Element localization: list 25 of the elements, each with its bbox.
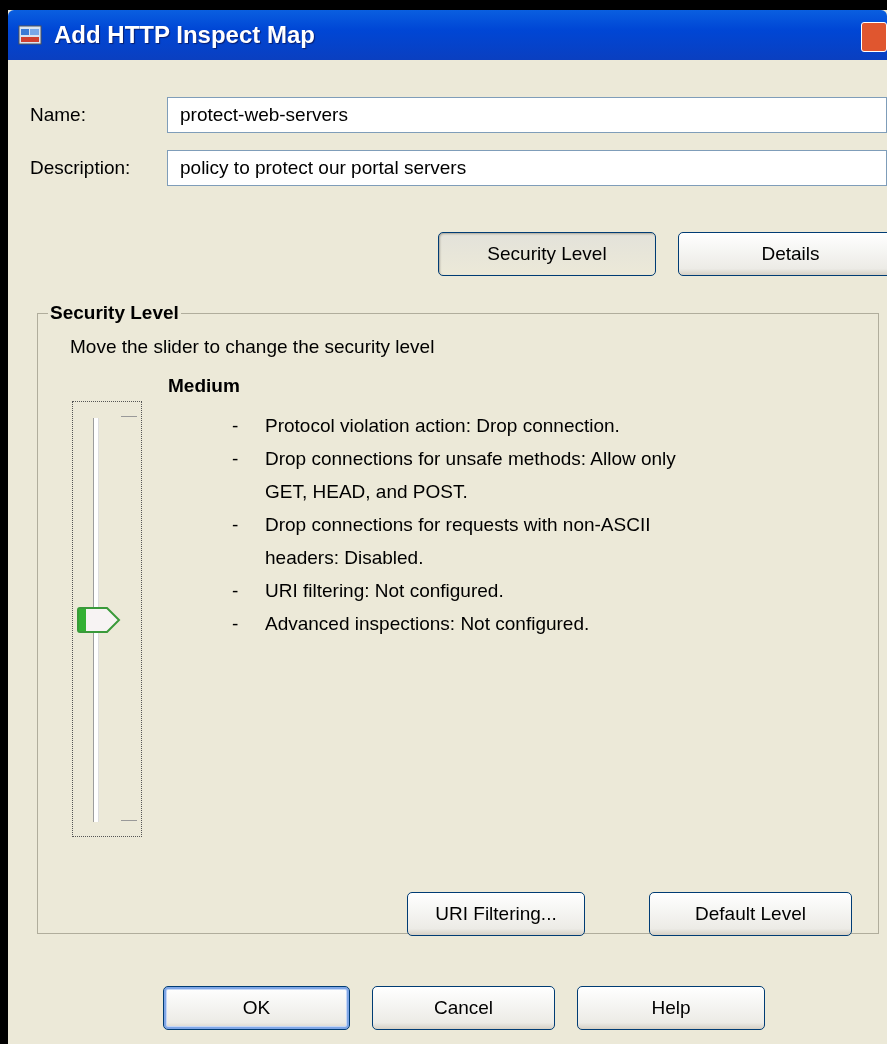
view-button[interactable]: Security Level bbox=[438, 232, 656, 276]
dialog-button[interactable]: Help bbox=[577, 986, 765, 1030]
group-title: Security Level bbox=[49, 302, 180, 324]
bullet-dash: - bbox=[232, 579, 240, 603]
bullet-dash: - bbox=[232, 513, 240, 537]
input-field[interactable]: policy to protect our portal servers bbox=[167, 150, 887, 186]
level-name: Medium bbox=[168, 375, 241, 397]
setting-text: Drop connections for requests with non-ASCII headers: Disabled. bbox=[265, 513, 652, 570]
setting-text: URI filtering: Not configured. bbox=[265, 579, 504, 603]
window-title: Add HTTP Inspect Map bbox=[54, 21, 315, 49]
setting-text: Drop connections for unsafe methods: Allow only GET, HEAD, and POST. bbox=[265, 447, 677, 504]
field-label: Name: bbox=[30, 104, 87, 126]
setting-text: Advanced inspections: Not configured. bbox=[265, 612, 590, 636]
field-label: Description: bbox=[30, 157, 132, 179]
bullet-dash: - bbox=[232, 612, 240, 636]
instruction-text: Move the slider to change the security level bbox=[70, 336, 436, 358]
dialog-button[interactable]: Cancel bbox=[372, 986, 555, 1030]
view-button[interactable]: Details bbox=[678, 232, 887, 276]
bullet-dash: - bbox=[232, 414, 240, 438]
uri-filtering-button[interactable]: URI Filtering... bbox=[407, 892, 585, 936]
default-level-button[interactable]: Default Level bbox=[649, 892, 852, 936]
setting-text: Protocol violation action: Drop connection. bbox=[265, 414, 620, 438]
bullet-dash: - bbox=[232, 447, 240, 471]
input-field[interactable]: protect-web-servers bbox=[167, 97, 887, 133]
dialog-button[interactable]: OK bbox=[163, 986, 350, 1030]
